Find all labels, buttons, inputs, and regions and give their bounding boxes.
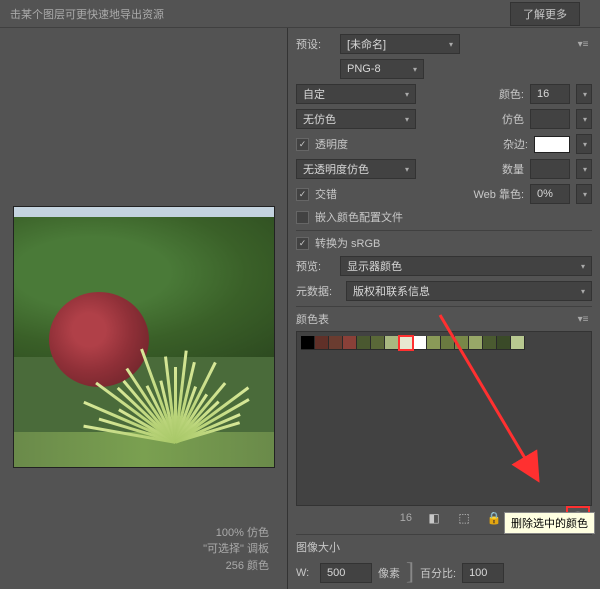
color-swatch[interactable] [427,336,441,350]
matte-label: 杂边: [500,136,528,152]
transparency-label: 透明度 [315,136,348,152]
trans-amount-stepper: ▾ [576,159,592,179]
preset-flyout-icon[interactable]: ▾≡ [574,38,592,50]
link-bracket-icon: ] [406,559,414,586]
preview-image [13,206,275,468]
websnap-label: Web 靠色: [468,186,524,202]
websnap-stepper[interactable]: ▾ [576,184,592,204]
shift-websafe-icon[interactable]: ⬚ [456,510,472,526]
color-table-flyout-icon[interactable]: ▾≡ [574,313,592,325]
dither-amount-stepper: ▾ [576,109,592,129]
color-swatch[interactable] [301,336,315,350]
info-palette: "可选择" 调板 [18,541,269,558]
lock-icon[interactable]: 🔒 [486,510,502,526]
preview-info: 100% 仿色 "可选择" 调板 256 颜色 [0,517,287,589]
interlace-checkbox[interactable] [296,188,309,201]
color-swatch[interactable] [511,336,525,350]
color-table[interactable] [296,331,592,506]
preview-canvas [0,28,287,517]
srgb-label: 转换为 sRGB [315,235,380,251]
color-swatch[interactable] [497,336,511,350]
trans-amount-input [530,159,570,179]
trans-amount-label: 数量 [496,161,524,177]
srgb-checkbox[interactable] [296,237,309,250]
color-swatch[interactable] [315,336,329,350]
color-swatch[interactable] [483,336,497,350]
transparency-checkbox[interactable] [296,138,309,151]
websnap-input[interactable]: 0% [530,184,570,204]
image-size-title: 图像大小 [296,539,340,555]
metadata-label: 元数据: [296,283,340,299]
color-swatch[interactable] [413,336,427,350]
percent-input[interactable]: 100 [462,563,504,583]
map-transparent-icon[interactable]: ◧ [426,510,442,526]
color-swatch[interactable] [385,336,399,350]
matte-colorwell[interactable] [534,136,570,153]
dither-amount-input [530,109,570,129]
tip-message: 击某个图层可更快速地导出资源 [10,6,164,22]
color-swatch[interactable] [455,336,469,350]
preview-dropdown[interactable]: 显示器颜色▾ [340,256,592,276]
color-swatch[interactable] [399,336,413,350]
reduction-dropdown[interactable]: 自定▾ [296,84,416,104]
matte-dropdown[interactable]: ▾ [576,134,592,154]
color-swatch[interactable] [441,336,455,350]
trash-tooltip: 删除选中的颜色 [504,512,595,534]
width-unit: 像素 [378,565,400,581]
percent-label: 百分比: [420,565,456,581]
preset-dropdown[interactable]: [未命名]▾ [340,34,460,54]
metadata-dropdown[interactable]: 版权和联系信息▾ [346,281,592,301]
color-swatch[interactable] [371,336,385,350]
colors-stepper[interactable]: ▾ [576,84,592,104]
width-label: W: [296,567,314,579]
colors-input[interactable]: 16 [530,84,570,104]
color-swatch[interactable] [343,336,357,350]
preview-label: 预览: [296,258,334,274]
color-swatch[interactable] [469,336,483,350]
color-swatch[interactable] [357,336,371,350]
color-swatch[interactable] [329,336,343,350]
learn-more-button[interactable]: 了解更多 [510,2,580,26]
trans-dither-dropdown[interactable]: 无透明度仿色▾ [296,159,416,179]
width-input[interactable]: 500 [320,563,372,583]
dither-amount-label: 仿色 [496,111,524,127]
format-dropdown[interactable]: PNG-8▾ [340,59,424,79]
preset-label: 预设: [296,36,334,52]
embed-profile-checkbox[interactable] [296,211,309,224]
color-table-title: 颜色表 [296,311,329,327]
info-dither: 100% 仿色 [18,525,269,542]
info-colors: 256 颜色 [18,558,269,575]
embed-profile-label: 嵌入颜色配置文件 [315,209,403,225]
colors-label: 颜色: [496,86,524,102]
interlace-label: 交错 [315,186,337,202]
dither-dropdown[interactable]: 无仿色▾ [296,109,416,129]
color-count: 16 [400,512,412,524]
